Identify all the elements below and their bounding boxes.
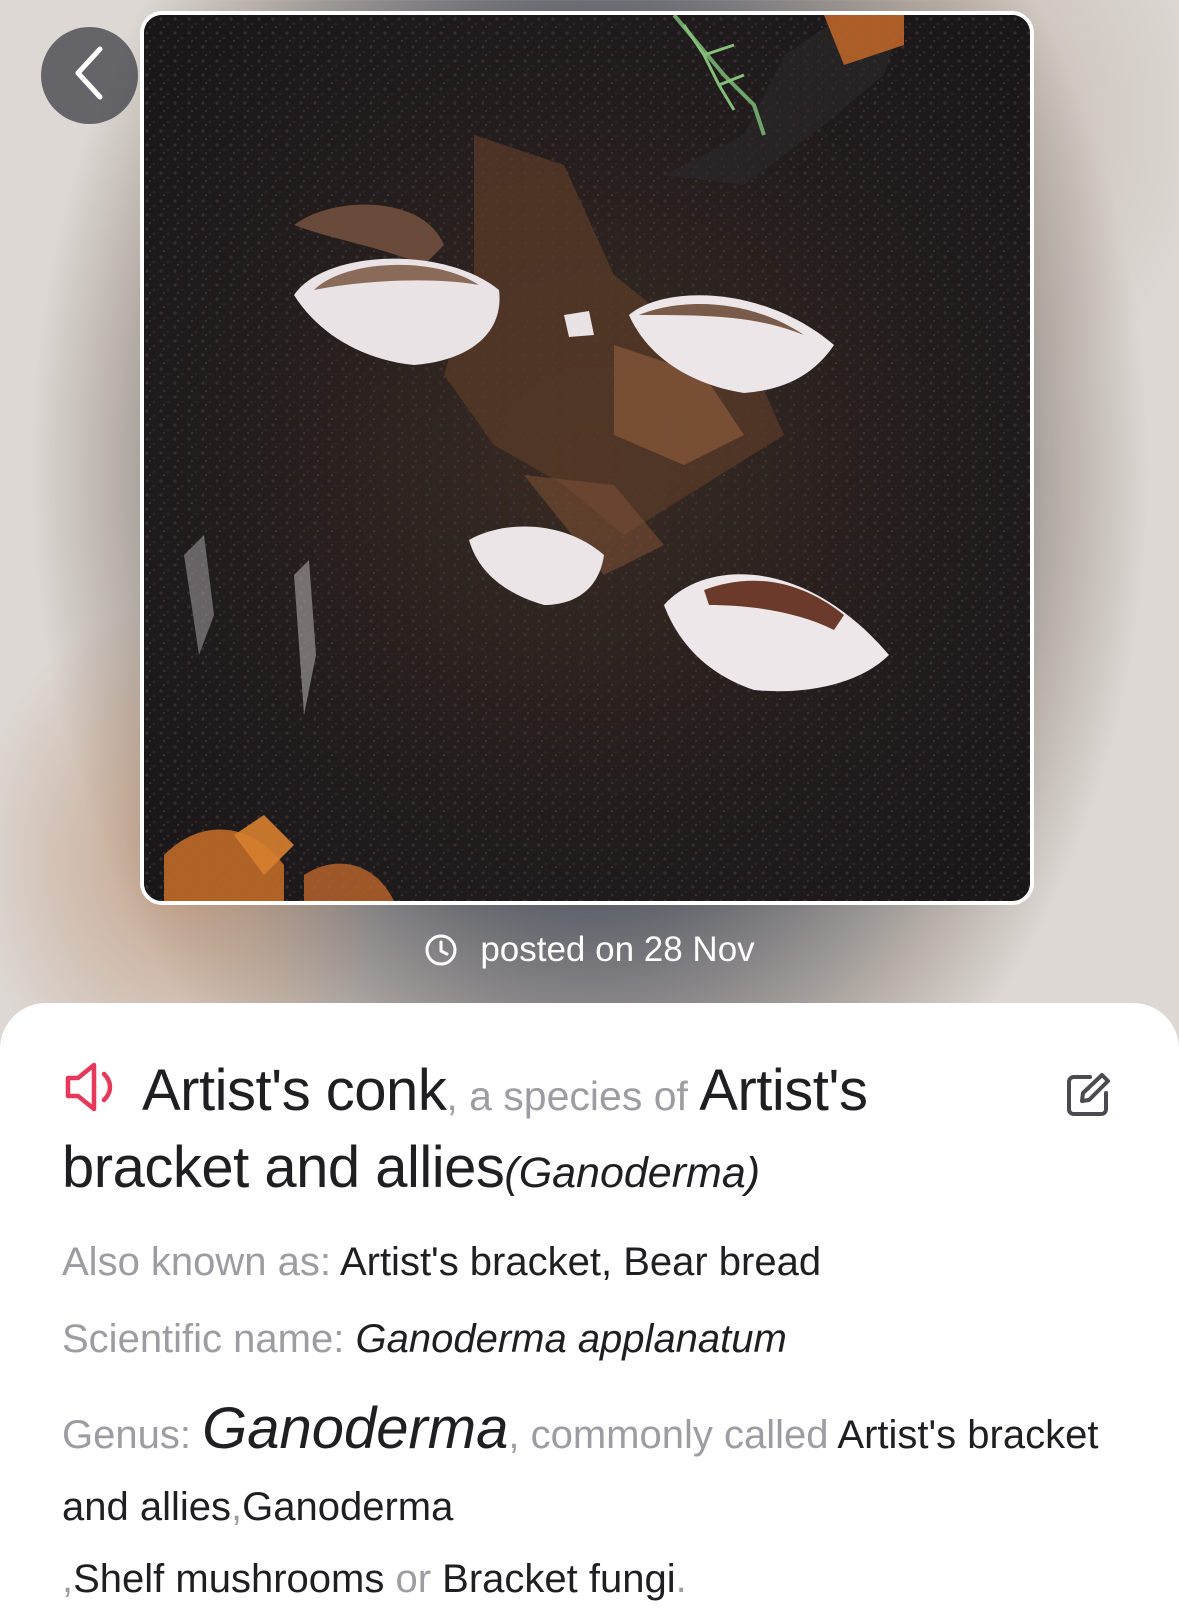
- species-connector: , a species of: [446, 1073, 700, 1119]
- scientific-name: Scientific name: Ganoderma applanatum: [62, 1317, 787, 1362]
- genus-common-4[interactable]: Bracket fungi: [442, 1557, 675, 1601]
- edit-button[interactable]: [1064, 1071, 1112, 1119]
- also-known-as-value: Artist's bracket, Bear bread: [339, 1240, 822, 1284]
- genus-label: Genus:: [62, 1413, 203, 1457]
- speaker-icon[interactable]: [62, 1059, 126, 1131]
- genus-end: .: [675, 1557, 687, 1601]
- genus-parenthetical: (Ganoderma): [504, 1149, 761, 1197]
- scientific-name-value: Ganoderma applanatum: [355, 1317, 787, 1361]
- posted-date: posted on 28 Nov: [0, 930, 1179, 970]
- genus-or: or: [384, 1557, 443, 1601]
- genus-common-3[interactable]: Shelf mushrooms: [73, 1557, 384, 1601]
- genus-separator-2: ,: [62, 1557, 74, 1601]
- clock-icon: [424, 933, 458, 967]
- photo-image: [144, 15, 1030, 901]
- genus-name[interactable]: Ganoderma: [202, 1396, 508, 1461]
- back-button[interactable]: [41, 27, 138, 124]
- observation-photo[interactable]: [140, 11, 1034, 905]
- genus-info: Genus: Ganoderma, commonly called Artist…: [62, 1393, 1122, 1615]
- also-known-as-label: Also known as:: [62, 1240, 340, 1284]
- edit-icon: [1064, 1073, 1112, 1123]
- genus-common-2[interactable]: Ganoderma: [242, 1485, 453, 1529]
- chevron-left-icon: [70, 43, 110, 108]
- genus-separator-1: ,: [231, 1485, 243, 1529]
- scientific-name-label: Scientific name:: [62, 1317, 356, 1361]
- genus-connector: , commonly called: [508, 1413, 838, 1457]
- common-name: Artist's conk: [142, 1058, 447, 1123]
- also-known-as: Also known as: Artist's bracket, Bear br…: [62, 1240, 821, 1285]
- species-title: Artist's conk, a species of Artist's bra…: [62, 1055, 1042, 1209]
- posted-date-label: posted on 28 Nov: [480, 930, 755, 969]
